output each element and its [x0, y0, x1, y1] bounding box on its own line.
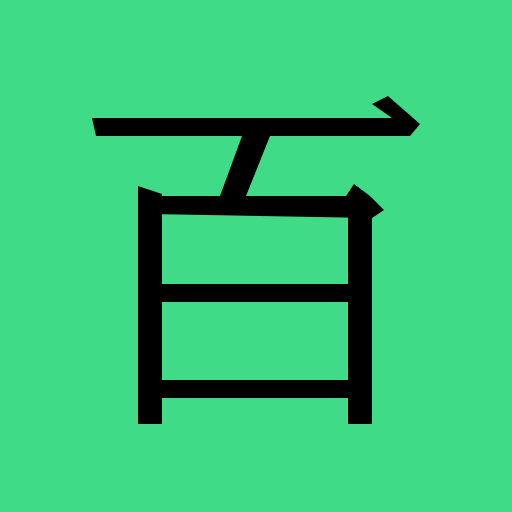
middle-stroke [156, 284, 354, 302]
glyph-graphic [0, 0, 512, 512]
bottom-stroke [156, 380, 354, 398]
background [0, 0, 512, 512]
character-canvas: 百 [0, 0, 512, 512]
